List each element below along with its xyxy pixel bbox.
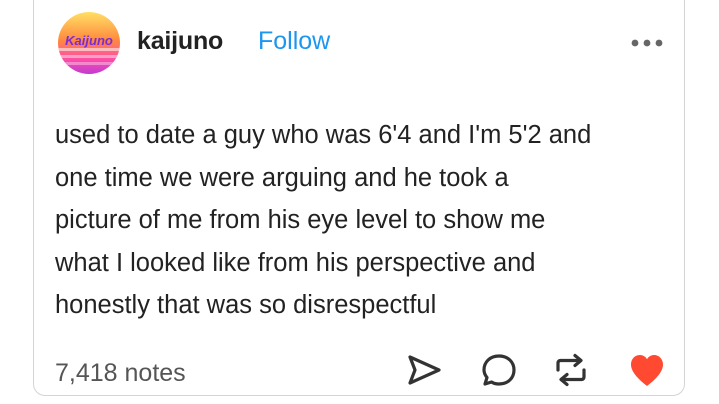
more-options-button[interactable]	[628, 32, 674, 54]
post-line: picture of me from his eye level to show…	[55, 206, 546, 234]
notes-count[interactable]: 7,418 notes	[55, 359, 186, 388]
reply-button[interactable]	[479, 350, 519, 390]
reblog-icon	[556, 353, 586, 387]
more-horizontal-icon	[631, 39, 663, 47]
share-icon	[408, 355, 441, 385]
share-button[interactable]	[404, 350, 444, 390]
post-line: used to date a guy who was 6'4 and I'm 5…	[55, 121, 592, 149]
avatar-logo-text: Kaijuno	[65, 33, 113, 48]
follow-button[interactable]: Follow	[258, 27, 330, 56]
post-line: one time we were arguing and he took a	[55, 163, 509, 192]
post-body: used to date a guy who was 6'4 and I'm 5…	[55, 114, 680, 327]
avatar-image: Kaijuno	[58, 12, 120, 74]
post-line: honestly that was so disrespectful	[55, 291, 437, 319]
reply-icon	[482, 354, 516, 386]
username[interactable]: kaijuno	[137, 27, 223, 56]
reblog-button[interactable]	[551, 350, 591, 390]
heart-icon	[631, 355, 663, 386]
post-line: what I looked like from his perspective …	[55, 248, 536, 277]
avatar[interactable]: Kaijuno	[58, 12, 120, 74]
like-button[interactable]	[627, 350, 667, 390]
